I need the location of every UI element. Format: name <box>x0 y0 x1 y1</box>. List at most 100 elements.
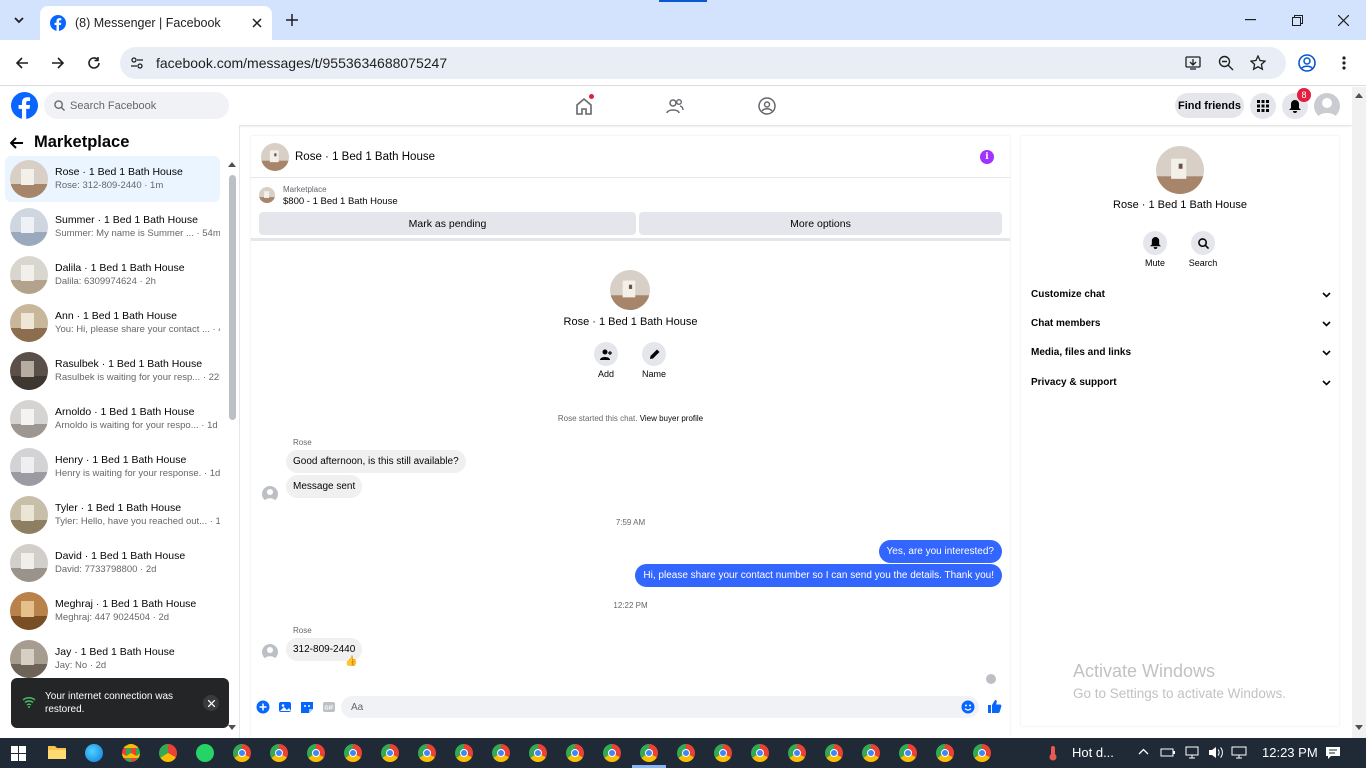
message-bubble-own[interactable]: Yes, are you interested? <box>878 540 1002 563</box>
browser-menu-icon[interactable] <box>1334 53 1354 73</box>
chrome-icon[interactable] <box>233 744 251 762</box>
profile-icon[interactable] <box>1297 53 1317 73</box>
home-icon[interactable] <box>575 94 594 115</box>
conversation-item[interactable]: Dalila · 1 Bed 1 Bath House Dalila: 63099… <box>5 252 220 298</box>
find-friends-button[interactable]: Find friends <box>1175 93 1244 118</box>
photo-icon[interactable] <box>278 700 292 714</box>
sidebar-scrollbar[interactable] <box>229 175 236 420</box>
facebook-search-input[interactable]: Search Facebook <box>44 92 229 119</box>
chrome-icon[interactable] <box>344 744 362 762</box>
chat-avatar[interactable] <box>261 142 289 171</box>
notification-center-icon[interactable] <box>1325 746 1341 760</box>
section-customize-chat[interactable]: Customize chat <box>1031 289 1331 300</box>
add-action[interactable]: Add <box>594 342 618 379</box>
chrome-icon[interactable] <box>270 744 288 762</box>
listing-thumbnail[interactable] <box>259 187 275 203</box>
install-app-icon[interactable] <box>1185 55 1201 71</box>
new-tab-icon[interactable] <box>282 10 302 30</box>
conversation-item[interactable]: Jay · 1 Bed 1 Bath House Jay: No · 2d <box>5 636 220 682</box>
pencil-icon[interactable] <box>642 342 666 366</box>
chrome-icon[interactable] <box>714 744 732 762</box>
mark-as-pending-button[interactable]: Mark as pending <box>259 212 636 235</box>
chrome-icon[interactable] <box>677 744 695 762</box>
whatsapp-icon[interactable] <box>196 744 214 762</box>
chrome-icon[interactable] <box>899 744 917 762</box>
restore-icon[interactable] <box>1287 10 1307 30</box>
chrome-icon[interactable] <box>936 744 954 762</box>
thumbs-up-reaction-icon[interactable]: 👍 <box>345 656 357 667</box>
tray-chevron-icon[interactable] <box>1138 748 1149 755</box>
chrome-icon[interactable] <box>122 744 140 762</box>
conversation-item[interactable]: Rose · 1 Bed 1 Bath House Rose: 312-809-2… <box>5 156 220 202</box>
message-bubble-own[interactable]: Hi, please share your contact number so … <box>635 564 1002 587</box>
scroll-down-arrow-icon[interactable] <box>228 725 236 731</box>
sticker-icon[interactable] <box>300 700 314 714</box>
site-info-icon[interactable] <box>130 56 144 70</box>
chrome-icon[interactable] <box>566 744 584 762</box>
active-tab[interactable]: (8) Messenger | Facebook <box>40 6 272 40</box>
edge-icon[interactable] <box>85 744 103 762</box>
chrome-icon[interactable] <box>529 744 547 762</box>
info-icon[interactable]: i <box>980 150 994 164</box>
battery-icon[interactable] <box>1160 746 1176 758</box>
chrome-icon[interactable] <box>159 744 177 762</box>
scroll-up-arrow-icon[interactable] <box>228 161 236 167</box>
message-input[interactable]: Aa <box>341 696 979 718</box>
network-icon[interactable] <box>1231 746 1247 759</box>
friends-icon[interactable] <box>666 97 684 115</box>
chrome-icon[interactable] <box>492 744 510 762</box>
chrome-icon[interactable] <box>751 744 769 762</box>
search-chat-icon[interactable] <box>1191 231 1215 255</box>
windows-start-icon[interactable] <box>11 746 26 761</box>
tab-search-icon[interactable] <box>9 10 29 30</box>
menu-grid-icon[interactable] <box>1250 93 1276 119</box>
back-icon[interactable] <box>12 53 32 73</box>
more-options-button[interactable]: More options <box>639 212 1002 235</box>
minimize-icon[interactable] <box>1240 10 1260 30</box>
page-scroll-down-icon[interactable] <box>1355 725 1363 731</box>
tab-close-icon[interactable] <box>252 18 262 28</box>
conversation-item[interactable]: Ann · 1 Bed 1 Bath House You: Hi, please … <box>5 300 220 346</box>
chrome-icon[interactable] <box>788 744 806 762</box>
bell-icon[interactable] <box>1143 231 1167 255</box>
file-explorer-icon[interactable] <box>48 744 66 760</box>
section-media-files[interactable]: Media, files and links <box>1031 347 1331 358</box>
intro-avatar[interactable] <box>610 270 650 310</box>
account-avatar[interactable] <box>1314 93 1340 119</box>
chrome-icon[interactable] <box>862 744 880 762</box>
emoji-icon[interactable] <box>961 700 975 714</box>
weather-text[interactable]: Hot d... <box>1072 745 1114 760</box>
zoom-icon[interactable] <box>1218 55 1234 71</box>
gif-icon[interactable]: GIF <box>322 700 336 714</box>
back-arrow-icon[interactable] <box>10 136 24 149</box>
reload-icon[interactable] <box>84 53 104 73</box>
section-chat-members[interactable]: Chat members <box>1031 318 1331 329</box>
chrome-icon[interactable] <box>973 744 991 762</box>
bookmark-star-icon[interactable] <box>1250 55 1266 71</box>
page-scrollbar[interactable] <box>1352 87 1366 738</box>
chrome-icon[interactable] <box>381 744 399 762</box>
notifications-icon[interactable]: 8 <box>1282 88 1311 119</box>
name-action[interactable]: Name <box>642 342 666 379</box>
listing-title[interactable]: $800 - 1 Bed 1 Bath House <box>283 196 398 207</box>
add-person-icon[interactable] <box>594 342 618 366</box>
like-send-icon[interactable] <box>987 699 1002 714</box>
chrome-icon[interactable] <box>825 744 843 762</box>
conversation-item[interactable]: Tyler · 1 Bed 1 Bath House Tyler: Hello, … <box>5 492 220 538</box>
chrome-icon[interactable] <box>640 744 658 762</box>
volume-icon[interactable] <box>1208 746 1224 759</box>
message-bubble[interactable]: Good afternoon, is this still available? <box>286 450 466 473</box>
page-scroll-up-icon[interactable] <box>1355 92 1363 98</box>
chrome-icon[interactable] <box>418 744 436 762</box>
conversation-item[interactable]: Summer · 1 Bed 1 Bath House Summer: My na… <box>5 204 220 250</box>
conversation-item[interactable]: David · 1 Bed 1 Bath House David: 7733798… <box>5 540 220 586</box>
chrome-icon[interactable] <box>455 744 473 762</box>
groups-icon[interactable] <box>758 97 776 115</box>
chat-title[interactable]: Rose · 1 Bed 1 Bath House <box>295 151 435 163</box>
search-action[interactable]: Search <box>1183 231 1223 268</box>
view-buyer-profile-link[interactable]: View buyer profile <box>640 414 703 423</box>
forward-icon[interactable] <box>48 53 68 73</box>
chrome-icon[interactable] <box>603 744 621 762</box>
mute-action[interactable]: Mute <box>1135 231 1175 268</box>
plus-circle-icon[interactable] <box>256 700 270 714</box>
